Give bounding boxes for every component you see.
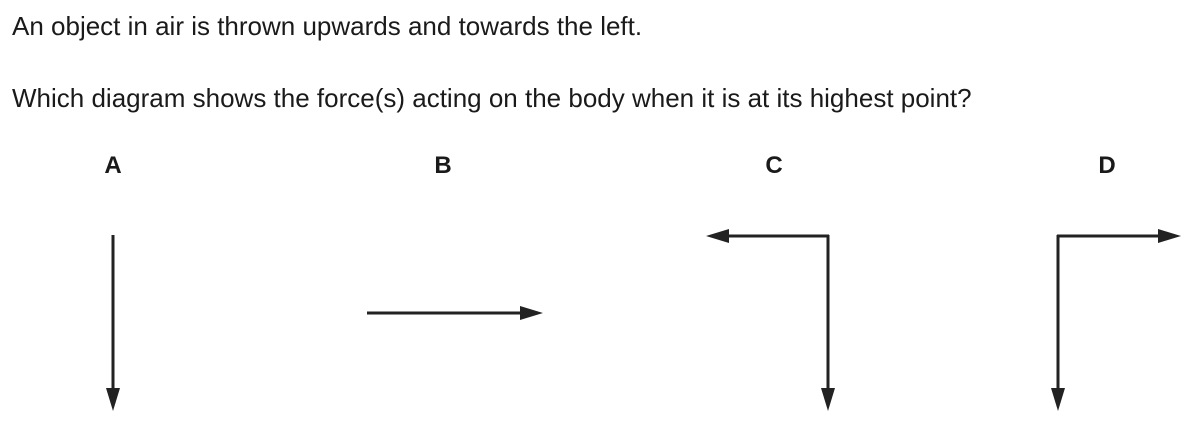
option-c-left-arrow-head [706,229,729,243]
option-d-diagram [1051,229,1181,411]
option-d-down-arrow-head [1051,388,1065,411]
option-a-down-arrow-head [106,388,120,411]
option-d-right-arrow-head [1158,229,1181,243]
option-b-right-arrow-head [520,306,543,320]
option-c-down-arrow-head [821,388,835,411]
force-diagrams [106,229,1181,411]
option-c-diagram [706,229,835,411]
option-b-diagram [367,306,543,320]
option-a-diagram [106,235,120,411]
